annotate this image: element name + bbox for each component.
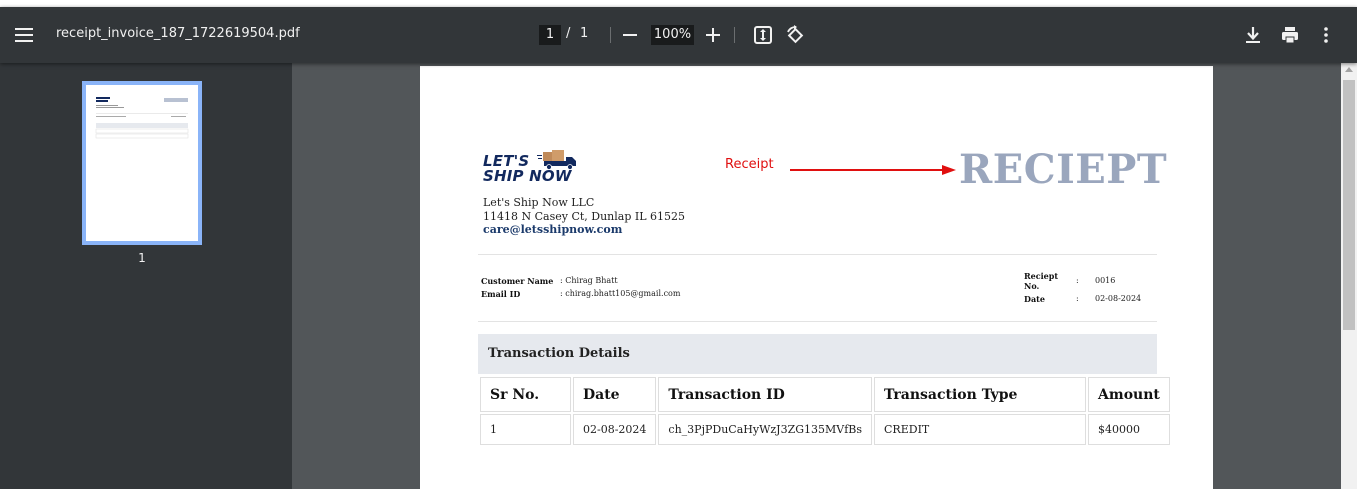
document-viewer[interactable]: LET'S SHIP NOW Let's Ship Now LLC 11418 … bbox=[292, 63, 1341, 489]
rotate-icon[interactable] bbox=[785, 25, 805, 45]
date-colon: : bbox=[1076, 294, 1079, 303]
vertical-scrollbar[interactable] bbox=[1341, 63, 1357, 489]
annotation-label: Receipt bbox=[725, 157, 774, 172]
customer-name-label: Customer Name bbox=[481, 276, 554, 286]
company-info: Let's Ship Now LLC 11418 N Casey Ct, Dun… bbox=[483, 196, 685, 224]
document-title: RECIEPT bbox=[959, 146, 1168, 193]
page-separator: / bbox=[566, 26, 571, 41]
transaction-section-header: Transaction Details bbox=[478, 334, 1157, 374]
zoom-in-button[interactable] bbox=[706, 28, 720, 42]
receipt-no-colon: : bbox=[1076, 276, 1079, 285]
scroll-up-arrow-icon[interactable] bbox=[1345, 67, 1353, 72]
zoom-input[interactable]: 100% bbox=[651, 25, 694, 45]
more-options-icon[interactable] bbox=[1316, 25, 1336, 45]
company-logo: LET'S SHIP NOW bbox=[483, 150, 583, 190]
total-pages: 1 bbox=[580, 26, 589, 41]
scrollbar-thumb[interactable] bbox=[1343, 80, 1355, 330]
receipt-no-value: 0016 bbox=[1095, 276, 1116, 285]
current-page-input[interactable]: 1 bbox=[539, 25, 561, 45]
column-header: Date bbox=[573, 377, 657, 412]
table-cell: 02-08-2024 bbox=[573, 414, 657, 445]
page-thumbnail[interactable] bbox=[82, 81, 202, 245]
file-title: receipt_invoice_187_1722619504.pdf bbox=[56, 26, 300, 41]
thumbnail-page-number: 1 bbox=[138, 251, 146, 265]
page-thumbnail-preview bbox=[95, 97, 189, 139]
print-icon[interactable] bbox=[1280, 25, 1300, 45]
table-cell: 1 bbox=[480, 414, 571, 445]
date-value: 02-08-2024 bbox=[1095, 294, 1142, 303]
receipt-no-label-line2: No. bbox=[1024, 281, 1040, 291]
company-email[interactable]: care@letsshipnow.com bbox=[483, 223, 622, 236]
toolbar-divider bbox=[734, 27, 735, 43]
download-icon[interactable] bbox=[1243, 25, 1263, 45]
table-cell: CREDIT bbox=[874, 414, 1087, 445]
column-header: Transaction ID bbox=[658, 377, 873, 412]
email-value: : chirag.bhatt105@gmail.com bbox=[560, 289, 681, 298]
pdf-toolbar: receipt_invoice_187_1722619504.pdf 1 / 1… bbox=[0, 7, 1357, 63]
email-label: Email ID bbox=[481, 289, 521, 299]
receipt-no-label-line1: Reciept bbox=[1024, 271, 1059, 281]
toolbar-divider bbox=[610, 27, 611, 43]
company-address: 11418 N Casey Ct, Dunlap IL 61525 bbox=[483, 210, 686, 223]
date-label: Date bbox=[1024, 294, 1045, 304]
divider bbox=[478, 321, 1157, 322]
company-name: Let's Ship Now LLC bbox=[483, 196, 595, 209]
annotation-arrow-icon bbox=[790, 165, 956, 175]
menu-icon[interactable] bbox=[15, 28, 33, 42]
column-header: Amount bbox=[1088, 377, 1170, 412]
transaction-table: Sr No. Date Transaction ID Transaction T… bbox=[478, 375, 1172, 447]
truck-icon bbox=[537, 150, 576, 170]
table-cell: ch_3PjPDuCaHyWzJ3ZG135MVfBs bbox=[658, 414, 873, 445]
transaction-section-title: Transaction Details bbox=[488, 346, 630, 361]
table-cell: $40000 bbox=[1088, 414, 1170, 445]
column-header: Sr No. bbox=[480, 377, 571, 412]
divider bbox=[478, 254, 1157, 255]
fit-page-icon[interactable] bbox=[753, 25, 773, 45]
customer-name-value: : Chirag Bhatt bbox=[560, 276, 618, 285]
zoom-out-button[interactable] bbox=[623, 34, 637, 36]
table-row: 1 02-08-2024 ch_3PjPDuCaHyWzJ3ZG135MVfBs… bbox=[480, 414, 1170, 445]
pdf-page: LET'S SHIP NOW Let's Ship Now LLC 11418 … bbox=[420, 66, 1213, 489]
thumbnail-sidebar: 1 bbox=[0, 63, 292, 489]
column-header: Transaction Type bbox=[874, 377, 1087, 412]
table-header-row: Sr No. Date Transaction ID Transaction T… bbox=[480, 377, 1170, 412]
